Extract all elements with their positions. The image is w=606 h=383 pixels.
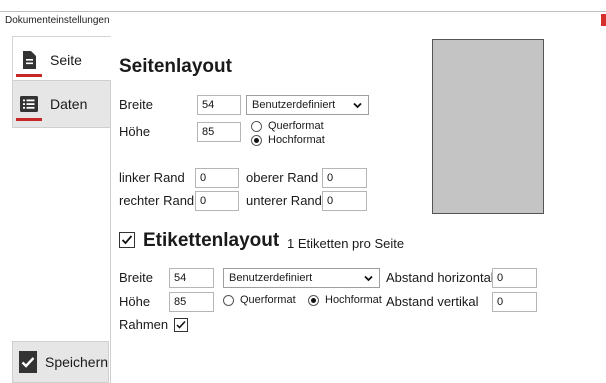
label-landscape-label: Querformat (240, 294, 296, 306)
margin-right-label: rechter Rand (119, 193, 195, 208)
frame-checkbox[interactable] (174, 318, 188, 332)
chevron-down-icon (353, 102, 362, 109)
spacing-horizontal-input[interactable] (492, 268, 537, 288)
sidebar-item-label: Daten (50, 96, 88, 112)
label-layout-title: Etikettenlayout (143, 230, 280, 251)
label-landscape-radio[interactable] (223, 295, 234, 306)
checkmark-icon (121, 235, 133, 245)
window-title: Dokumenteinstellungen (5, 15, 110, 26)
margin-bottom-label: unterer Rand (246, 193, 322, 208)
labels-per-page: 1 Etiketten pro Seite (287, 236, 405, 251)
page-width-label: Breite (119, 97, 153, 112)
page-height-input[interactable] (197, 122, 241, 142)
page-format-select[interactable]: Benutzerdefiniert (246, 95, 369, 115)
chevron-down-icon (364, 275, 373, 282)
margin-left-input[interactable] (195, 168, 239, 188)
tab-indicator (16, 118, 42, 121)
page-format-value: Benutzerdefiniert (252, 99, 336, 111)
radio-selected-dot (254, 138, 259, 143)
checkmark-icon (176, 320, 186, 329)
list-icon (16, 93, 42, 121)
save-button-label: Speichern (45, 354, 109, 370)
label-portrait-radio[interactable] (308, 295, 319, 306)
sidebar-item-label: Seite (50, 52, 82, 68)
page-portrait-label: Hochformat (268, 134, 325, 146)
window-corner-mark (601, 14, 606, 26)
spacing-vertical-label: Abstand vertikal (386, 294, 479, 309)
spacing-vertical-input[interactable] (492, 292, 537, 312)
label-width-label: Breite (119, 270, 153, 285)
page-portrait-radio[interactable] (251, 135, 262, 146)
page-landscape-radio[interactable] (251, 121, 262, 132)
checkmark-icon (19, 351, 37, 373)
label-height-input[interactable] (169, 292, 214, 312)
frame-label: Rahmen (119, 317, 169, 332)
title-bar-divider (0, 11, 606, 12)
sidebar-item-daten[interactable]: Daten (12, 80, 111, 128)
active-indicator (16, 74, 42, 77)
margin-top-input[interactable] (322, 168, 367, 188)
label-layout-checkbox[interactable] (119, 232, 135, 248)
page-height-label: Höhe (119, 124, 151, 139)
margin-bottom-input[interactable] (322, 191, 367, 211)
save-button[interactable]: Speichern (12, 341, 109, 383)
page-preview (432, 39, 544, 214)
page-width-input[interactable] (197, 95, 241, 115)
document-icon (16, 49, 42, 77)
label-portrait-label: Hochformat (325, 294, 382, 306)
label-format-value: Benutzerdefiniert (229, 272, 313, 284)
label-width-input[interactable] (169, 268, 214, 288)
label-format-select[interactable]: Benutzerdefiniert (223, 268, 380, 288)
page-landscape-label: Querformat (268, 120, 324, 132)
margin-left-label: linker Rand (119, 170, 185, 185)
spacing-horizontal-label: Abstand horizontal (386, 270, 494, 285)
label-height-label: Höhe (119, 294, 151, 309)
sidebar-item-seite[interactable]: Seite (12, 36, 111, 84)
margin-right-input[interactable] (195, 191, 239, 211)
page-layout-title: Seitenlayout (119, 56, 232, 77)
radio-selected-dot (311, 298, 316, 303)
margin-top-label: oberer Rand (246, 170, 319, 185)
